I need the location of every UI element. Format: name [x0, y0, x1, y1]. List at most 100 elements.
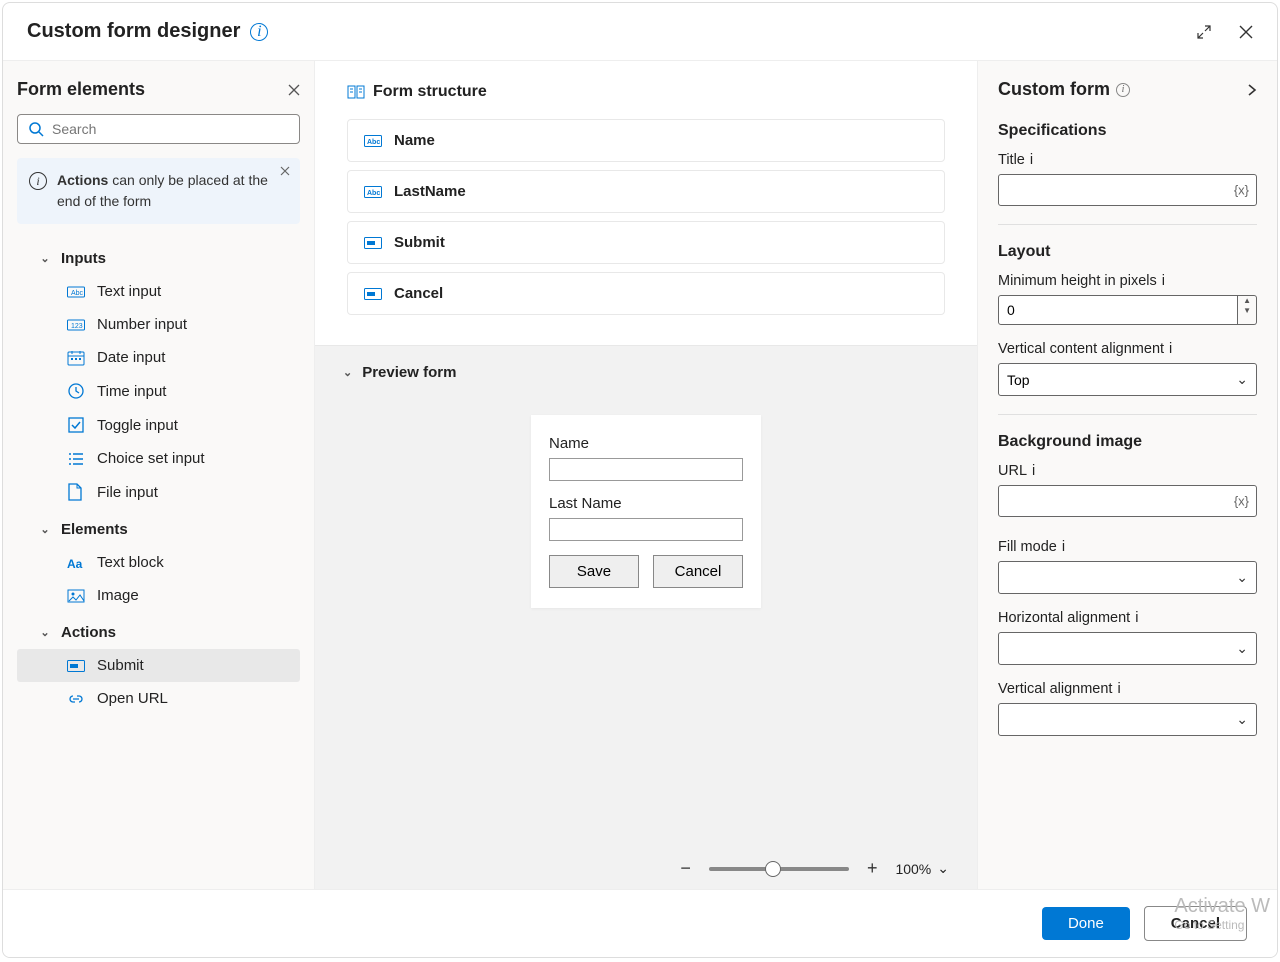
text-input-icon: Abc [364, 135, 382, 147]
chevron-down-icon: ⌄ [37, 523, 53, 536]
close-panel-icon[interactable] [288, 84, 300, 96]
info-icon[interactable]: i [1062, 539, 1065, 555]
horizontal-align-select[interactable]: ⌄ [998, 632, 1257, 665]
tree-item-choice-set-input[interactable]: Choice set input [17, 442, 300, 475]
right-panel: Custom form i Specifications Titlei {x} … [977, 61, 1277, 889]
text-block-icon: Aa [67, 555, 87, 571]
variable-token-icon[interactable]: {x} [1234, 494, 1249, 509]
chevron-down-icon: ⌄ [37, 626, 53, 639]
text-input-icon: Abc [364, 186, 382, 198]
submit-icon [364, 237, 382, 249]
tree-item-date-input[interactable]: Date input [17, 341, 300, 374]
tree-item-number-input[interactable]: 123Number input [17, 308, 300, 341]
checkbox-icon [67, 416, 87, 434]
info-icon[interactable]: i [1116, 83, 1130, 97]
text-input-icon: Abc [67, 285, 87, 299]
preview-card: Name Last Name Save Cancel [531, 415, 761, 608]
chevron-down-icon: ⌄ [37, 252, 53, 265]
variable-token-icon[interactable]: {x} [1234, 183, 1249, 198]
svg-text:Aa: Aa [67, 557, 83, 571]
section-layout: Layout [998, 243, 1257, 261]
tree-group-inputs[interactable]: ⌄ Inputs [17, 242, 300, 275]
submit-icon [364, 288, 382, 300]
structure-item-submit[interactable]: Submit [347, 221, 945, 264]
svg-text:123: 123 [71, 323, 83, 330]
left-panel: Form elements i Actions can only be plac… [3, 61, 315, 889]
vertical-align-select[interactable]: ⌄ [998, 703, 1257, 736]
svg-text:Abc: Abc [367, 139, 380, 146]
spinner-up-icon[interactable]: ▲ [1238, 296, 1256, 306]
zoom-level-dropdown[interactable]: 100% ⌄ [895, 860, 949, 877]
cancel-button[interactable]: Cancel [1144, 906, 1247, 941]
info-icon[interactable]: i [1162, 273, 1165, 289]
info-icon[interactable]: i [1030, 152, 1033, 168]
info-icon[interactable]: i [250, 23, 268, 41]
structure-item-cancel[interactable]: Cancel [347, 272, 945, 315]
number-input-icon: 123 [67, 318, 87, 332]
clock-icon [67, 382, 87, 400]
min-height-stepper[interactable]: ▲▼ [998, 295, 1257, 325]
chevron-down-icon: ⌄ [1236, 711, 1248, 728]
image-icon [67, 589, 87, 603]
fill-mode-select[interactable]: ⌄ [998, 561, 1257, 594]
chevron-down-icon: ⌄ [1236, 640, 1248, 657]
spinner-down-icon[interactable]: ▼ [1238, 306, 1256, 316]
tree-item-time-input[interactable]: Time input [17, 374, 300, 408]
tree-item-text-block[interactable]: AaText block [17, 546, 300, 579]
preview-header[interactable]: ⌄ Preview form [315, 364, 977, 395]
preview-save-button[interactable]: Save [549, 555, 639, 588]
link-icon [67, 693, 87, 705]
tree-item-file-input[interactable]: File input [17, 475, 300, 509]
chevron-right-icon[interactable] [1247, 83, 1257, 97]
dialog-title: Custom form designer [27, 20, 240, 43]
tree-item-submit[interactable]: Submit [17, 649, 300, 682]
list-icon [67, 451, 87, 467]
vertical-content-align-select[interactable]: Top ⌄ [998, 363, 1257, 396]
search-input-wrapper[interactable] [17, 114, 300, 144]
structure-header: Form structure [347, 83, 945, 101]
chevron-down-icon: ⌄ [343, 366, 352, 379]
title-input[interactable] [998, 174, 1257, 206]
submit-icon [67, 660, 87, 672]
tree-item-open-url[interactable]: Open URL [17, 682, 300, 715]
search-input[interactable] [52, 121, 289, 137]
footer: Done Cancel [3, 889, 1277, 957]
calendar-icon [67, 350, 87, 366]
zoom-out-button[interactable]: − [680, 858, 691, 879]
preview-label-name: Name [549, 435, 743, 452]
form-structure-icon [347, 83, 365, 101]
zoom-in-button[interactable]: + [867, 858, 878, 879]
dialog-window: Custom form designer i Form elements [2, 2, 1278, 958]
preview-input-lastname[interactable] [549, 518, 743, 541]
done-button[interactable]: Done [1042, 907, 1130, 940]
info-icon: i [29, 172, 47, 190]
min-height-input[interactable] [998, 295, 1238, 325]
tree-item-image[interactable]: Image [17, 579, 300, 612]
info-icon[interactable]: i [1032, 463, 1035, 479]
info-icon[interactable]: i [1135, 610, 1138, 626]
structure-item-lastname[interactable]: AbcLastName [347, 170, 945, 213]
zoom-slider[interactable] [709, 867, 849, 871]
tree-group-actions[interactable]: ⌄ Actions [17, 616, 300, 649]
file-icon [67, 483, 87, 501]
svg-text:Abc: Abc [367, 190, 380, 197]
right-panel-title: Custom form [998, 79, 1110, 100]
preview-input-name[interactable] [549, 458, 743, 481]
url-input[interactable] [998, 485, 1257, 517]
section-specifications: Specifications [998, 122, 1257, 140]
structure-item-name[interactable]: AbcName [347, 119, 945, 162]
info-icon[interactable]: i [1169, 341, 1172, 357]
close-icon[interactable] [1239, 25, 1253, 39]
preview-cancel-button[interactable]: Cancel [653, 555, 743, 588]
dismiss-banner-icon[interactable] [280, 166, 290, 176]
tree-item-toggle-input[interactable]: Toggle input [17, 408, 300, 442]
preview-area: ⌄ Preview form Name Last Name Save Cance… [315, 345, 977, 889]
center-panel: Form structure AbcName AbcLastName Submi… [315, 61, 977, 889]
left-panel-title: Form elements [17, 79, 145, 100]
tree-group-elements[interactable]: ⌄ Elements [17, 513, 300, 546]
info-icon[interactable]: i [1117, 681, 1120, 697]
tree-item-text-input[interactable]: AbcText input [17, 275, 300, 308]
section-background-image: Background image [998, 433, 1257, 451]
chevron-down-icon: ⌄ [937, 860, 949, 877]
expand-icon[interactable] [1197, 25, 1211, 39]
